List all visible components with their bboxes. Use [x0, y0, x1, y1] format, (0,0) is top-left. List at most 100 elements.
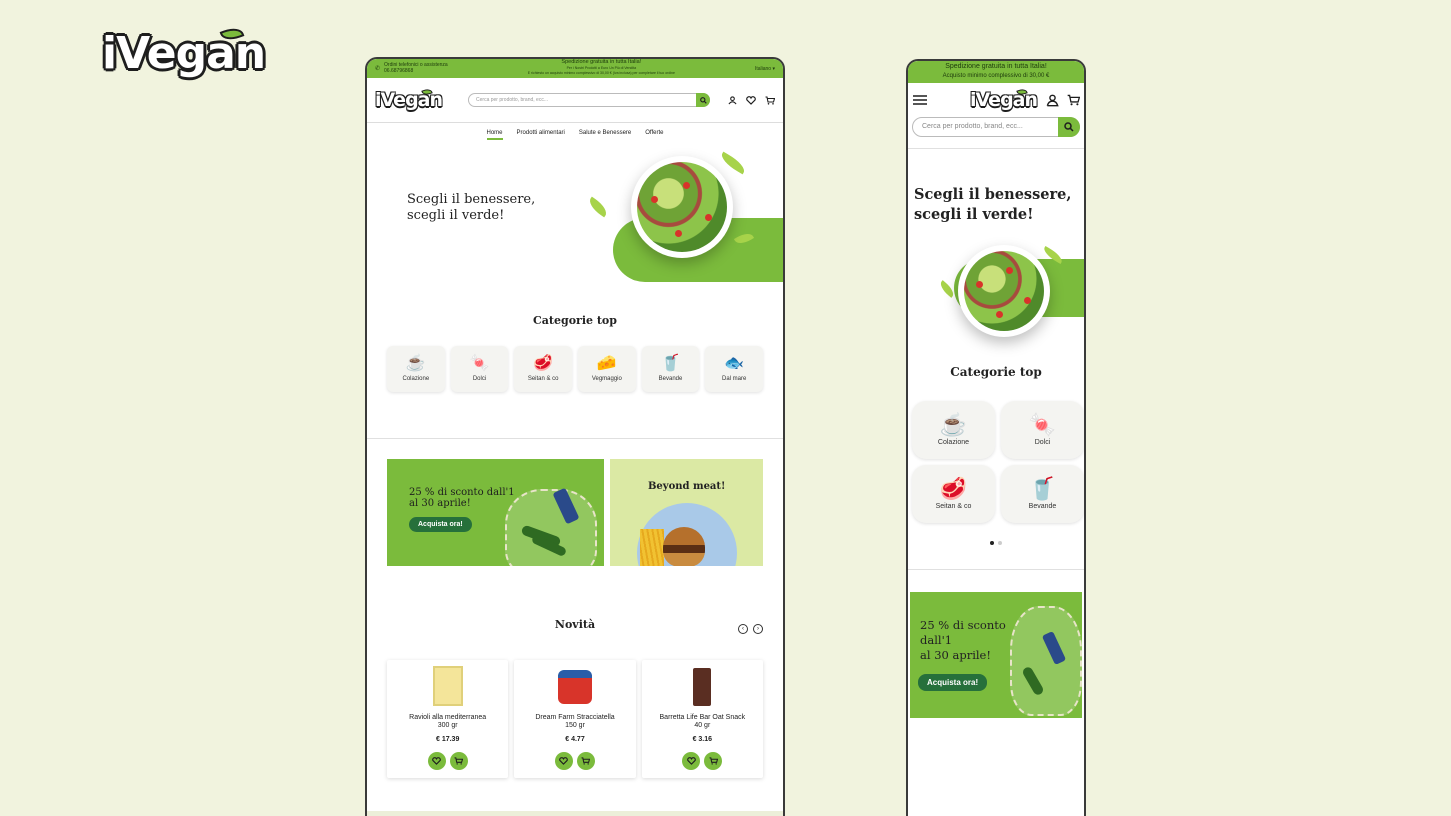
product-carousel: Ravioli alla mediterranea 300 gr € 17.39 …: [367, 660, 783, 778]
user-icon[interactable]: [728, 95, 737, 105]
product-name: Dream Farm Stracciatella: [535, 714, 615, 721]
categories-title: Categorie top: [533, 314, 617, 327]
wishlist-button[interactable]: [682, 752, 701, 770]
cart-icon: [709, 757, 718, 765]
language-selector[interactable]: Italiano ▾: [755, 66, 775, 72]
wishlist-button[interactable]: [427, 752, 446, 770]
category-breakfast[interactable]: ☕ Colazione: [387, 346, 445, 392]
beyond-meat-title: Beyond meat!: [647, 481, 726, 492]
fish-icon: 🐟: [724, 355, 745, 372]
mobile-search-input[interactable]: Cerca per prodotto, brand, ecc...: [912, 117, 1080, 137]
heart-icon: [432, 757, 441, 765]
section-divider: [908, 569, 1084, 570]
cart-icon: [454, 757, 464, 765]
category-seitan[interactable]: 🥩 Seitan & co: [514, 346, 573, 392]
discount-promo-banner[interactable]: 25 % di sconto dall'1 al 30 aprile! Acqu…: [387, 459, 605, 566]
hamburger-menu-icon[interactable]: [912, 94, 928, 106]
wishlist-button[interactable]: [554, 752, 573, 770]
product-price: € 4.77: [565, 736, 585, 743]
mobile-categories-grid: ☕ Colazione 🍬 Dolci 🥩 Seitan & co 🥤 Bevande: [909, 401, 1084, 523]
cart-icon: [581, 757, 591, 765]
product-weight: 300 gr: [437, 722, 458, 729]
leaf-decoration: [586, 196, 610, 218]
carousel-pager[interactable]: [908, 541, 1084, 545]
drink-icon: 🥤: [660, 355, 681, 372]
top-info-bar: ✆ Ordini telefonici o assistenza 06.6879…: [367, 59, 783, 78]
product-image: [557, 670, 592, 704]
category-sweets[interactable]: 🍬 Dolci: [450, 346, 509, 392]
drink-icon: 🥤: [1028, 476, 1057, 501]
shopping-bag-image: [505, 489, 597, 566]
beyond-meat-banner[interactable]: Beyond meat!: [610, 459, 763, 566]
product-name: Barretta Life Bar Oat Snack: [659, 714, 746, 721]
heart-icon: [559, 757, 569, 765]
category-drinks[interactable]: 🥤 Bevande: [1001, 465, 1084, 523]
product-image: [432, 666, 463, 706]
category-breakfast[interactable]: ☕ Colazione: [912, 401, 995, 459]
header-logo[interactable]: iVegan: [375, 87, 443, 111]
salad-plate-image: [958, 245, 1050, 337]
breakfast-icon: ☕: [939, 412, 968, 437]
candy-icon: 🍬: [1028, 412, 1057, 437]
pager-dot[interactable]: [998, 541, 1002, 545]
search-button[interactable]: [696, 93, 710, 107]
category-seafood[interactable]: 🐟 Dal mare: [705, 346, 764, 392]
leaf-decoration: [718, 151, 748, 175]
product-image: [693, 668, 712, 706]
nav-food-products[interactable]: Prodotti alimentari: [517, 130, 565, 146]
product-weight: 40 gr: [694, 722, 711, 729]
product-weight: 150 gr: [565, 722, 585, 729]
phone-icon: ✆: [375, 66, 381, 72]
add-to-cart-button[interactable]: [576, 752, 595, 770]
mobile-hero-image: [908, 225, 1084, 355]
mobile-mockup: Spedizione gratuita in tutta Italia! Acq…: [906, 59, 1086, 816]
mobile-hero-title: Scegli il benessere, scegli il verde!: [914, 186, 1072, 223]
add-to-cart-button[interactable]: [449, 752, 468, 770]
category-drinks[interactable]: 🥤 Bevande: [641, 346, 700, 392]
section-divider: [367, 438, 783, 439]
mobile-categories-title: Categorie top: [950, 365, 1042, 379]
new-products-title: Novità: [554, 618, 596, 631]
footer-strip: [367, 811, 783, 816]
buy-now-button[interactable]: Acquista ora!: [409, 517, 472, 532]
next-arrow-icon[interactable]: ›: [753, 624, 763, 634]
heart-icon: [686, 757, 696, 765]
product-card[interactable]: Barretta Life Bar Oat Snack 40 gr € 3.16: [641, 660, 763, 778]
contact-phone[interactable]: 06.68796868: [384, 68, 448, 75]
mobile-top-info-bar: Spedizione gratuita in tutta Italia! Acq…: [908, 61, 1084, 83]
mobile-search-button[interactable]: [1058, 117, 1080, 137]
product-price: € 17.39: [435, 736, 460, 743]
cart-icon[interactable]: [1067, 94, 1080, 106]
category-sweets[interactable]: 🍬 Dolci: [1001, 401, 1084, 459]
shipping-notice: Spedizione gratuita in tutta Italia! Per…: [527, 59, 675, 76]
prev-arrow-icon[interactable]: ‹: [738, 624, 748, 634]
mobile-logo[interactable]: iVegan: [970, 87, 1038, 111]
product-card[interactable]: Dream Farm Stracciatella 150 gr € 4.77: [514, 660, 636, 778]
mobile-buy-now-button[interactable]: Acquista ora!: [918, 674, 988, 691]
user-icon[interactable]: [1046, 94, 1059, 107]
heart-icon[interactable]: [746, 95, 756, 105]
mobile-discount-promo-banner[interactable]: 25 % di sconto dall'1 al 30 aprile! Acqu…: [910, 592, 1082, 718]
product-name: Ravioli alla mediterranea: [409, 714, 487, 721]
nav-home[interactable]: Home: [486, 130, 503, 140]
category-cheese[interactable]: 🧀 Vegmaggio: [578, 346, 636, 392]
hero-title: Scegli il benessere, scegli il verde!: [407, 192, 536, 223]
nav-health[interactable]: Salute e Benessere: [579, 130, 631, 146]
pager-dot-active[interactable]: [990, 541, 994, 545]
add-to-cart-button[interactable]: [704, 752, 723, 770]
steak-icon: 🥩: [939, 476, 968, 501]
candy-icon: 🍬: [469, 355, 490, 372]
desktop-header: iVegan Cerca per prodotto, brand, ecc...: [367, 78, 783, 122]
brand-logo: iVegan: [102, 24, 266, 79]
product-card[interactable]: Ravioli alla mediterranea 300 gr € 17.39: [387, 660, 509, 778]
category-seitan[interactable]: 🥩 Seitan & co: [912, 465, 995, 523]
salad-plate-image: [631, 156, 733, 258]
section-divider: [908, 148, 1084, 149]
search-icon: [1064, 122, 1074, 132]
categories-row: ☕ Colazione 🍬 Dolci 🥩 Seitan & co 🧀 Vegmaggi…: [367, 346, 783, 392]
nav-offers[interactable]: Offerte: [645, 130, 663, 146]
product-price: € 3.16: [692, 736, 713, 743]
search-input[interactable]: Cerca per prodotto, brand, ecc...: [468, 93, 710, 107]
shopping-bag-image: [1010, 606, 1082, 716]
cart-icon[interactable]: [765, 95, 775, 105]
